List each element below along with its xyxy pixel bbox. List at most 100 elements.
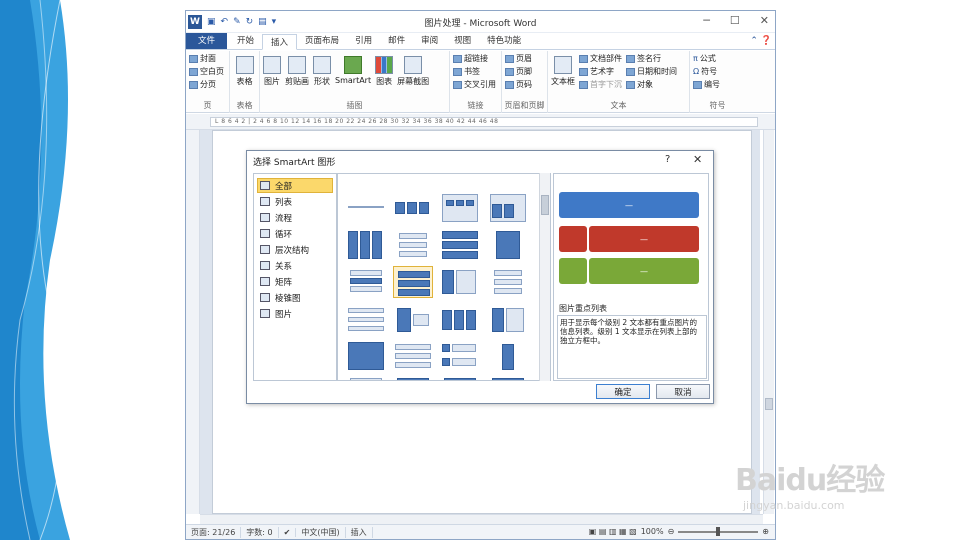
layout-thumbnail[interactable] — [393, 229, 433, 261]
tab-view[interactable]: 视图 — [446, 33, 479, 49]
layout-thumbnail[interactable] — [488, 192, 528, 224]
numbering-button[interactable]: 编号 — [693, 79, 742, 90]
layout-thumbnail[interactable] — [393, 192, 433, 224]
gallery-scrollbar[interactable] — [539, 173, 550, 381]
page-count[interactable]: 页面: 21/26 — [186, 526, 242, 538]
tab-special[interactable]: 特色功能 — [479, 33, 529, 49]
cancel-button[interactable]: 取消 — [656, 384, 710, 399]
horizontal-scrollbar[interactable] — [200, 514, 763, 524]
layout-thumbnail[interactable] — [488, 378, 528, 380]
group-illustrations: 图片 剪贴画 形状 SmartArt 图表 屏幕截图 插图 — [260, 51, 450, 113]
insert-mode[interactable]: 插入 — [346, 526, 373, 538]
word-count[interactable]: 字数: 0 — [241, 526, 279, 538]
smartart-button[interactable]: SmartArt — [335, 53, 371, 87]
object-button[interactable]: 对象 — [626, 79, 677, 90]
blank-page-button[interactable]: 空白页 — [189, 66, 226, 77]
layout-thumbnail[interactable] — [440, 304, 480, 336]
date-time-button[interactable]: 日期和时间 — [626, 66, 677, 77]
gallery-scroll-thumb[interactable] — [541, 195, 549, 215]
page-break-button[interactable]: 分页 — [189, 79, 226, 90]
footer-button[interactable]: 页脚 — [505, 66, 544, 77]
tab-page-layout[interactable]: 页面布局 — [297, 33, 347, 49]
layout-thumbnail[interactable] — [488, 266, 528, 298]
category-picture[interactable]: 图片 — [254, 306, 336, 321]
ok-button[interactable]: 确定 — [596, 384, 650, 399]
tab-home[interactable]: 开始 — [229, 33, 262, 49]
tab-insert[interactable]: 插入 — [262, 34, 298, 50]
category-process[interactable]: 流程 — [254, 210, 336, 225]
dialog-close-button[interactable]: ✕ — [693, 153, 702, 166]
zoom-out-icon[interactable]: ⊖ — [668, 527, 675, 536]
ribbon-help-icons[interactable]: ⌃ ❓ — [750, 36, 772, 46]
header-button[interactable]: 页眉 — [505, 53, 544, 64]
symbol-button[interactable]: Ω 符号 — [693, 66, 742, 77]
category-all[interactable]: 全部 — [257, 178, 333, 193]
category-matrix[interactable]: 矩阵 — [254, 274, 336, 289]
layout-thumbnail[interactable] — [440, 378, 480, 380]
layout-thumbnail[interactable] — [440, 340, 480, 372]
category-cycle[interactable]: 循环 — [254, 226, 336, 241]
help-button[interactable]: ? — [665, 154, 670, 165]
category-pyramid[interactable]: 棱锥图 — [254, 290, 336, 305]
quick-parts-button[interactable]: 文档部件 — [579, 53, 622, 64]
minimize-button[interactable]: ─ — [703, 14, 710, 27]
view-buttons[interactable]: ▣ ▤ ▥ ▦ ▧ — [589, 527, 637, 536]
zoom-in-icon[interactable]: ⊕ — [762, 527, 769, 536]
drop-cap-button[interactable]: 首字下沉 — [579, 79, 622, 90]
tab-file[interactable]: 文件 — [186, 33, 228, 49]
signature-line-button[interactable]: 签名行 — [626, 53, 677, 64]
layout-thumbnail[interactable] — [346, 229, 386, 261]
layout-thumbnail[interactable] — [393, 304, 433, 336]
cross-reference-button[interactable]: 交叉引用 — [453, 79, 498, 90]
bookmark-button[interactable]: 书签 — [453, 66, 498, 77]
shapes-button[interactable]: 形状 — [313, 53, 331, 87]
zoom-slider-knob[interactable] — [716, 526, 721, 536]
layout-thumbnail[interactable] — [346, 266, 386, 298]
layout-thumbnail[interactable] — [393, 378, 433, 380]
maximize-button[interactable]: ☐ — [730, 14, 740, 27]
layout-thumbnail[interactable] — [488, 304, 528, 336]
category-hierarchy[interactable]: 层次结构 — [254, 242, 336, 257]
layout-thumbnail[interactable] — [346, 340, 386, 372]
layout-thumbnail[interactable] — [440, 229, 480, 261]
equation-button[interactable]: π 公式 — [693, 53, 742, 64]
layout-thumbnail-selected[interactable] — [393, 266, 433, 298]
textbox-button[interactable]: 文本框 — [551, 53, 575, 90]
zoom-slider[interactable] — [678, 526, 759, 536]
layout-thumbnail[interactable] — [346, 378, 386, 380]
category-list: 全部 列表 流程 循环 层次结构 关系 矩阵 棱锥图 图片 — [253, 173, 337, 381]
clipart-button[interactable]: 剪贴画 — [285, 53, 309, 87]
layout-thumbnail[interactable] — [393, 340, 433, 372]
language-indicator[interactable]: 中文(中国) — [296, 526, 346, 538]
layout-thumbnail[interactable] — [488, 229, 528, 261]
preview-description: 用于显示每个级别 2 文本都有重点图片的信息列表。级别 1 文本显示在列表上部的… — [557, 315, 707, 379]
zoom-level[interactable]: 100% — [641, 527, 664, 536]
picture-button[interactable]: 图片 — [263, 53, 281, 87]
tab-references[interactable]: 引用 — [347, 33, 380, 49]
scroll-thumb[interactable] — [765, 398, 773, 410]
group-label: 页眉和页脚 — [504, 101, 545, 110]
tab-review[interactable]: 审阅 — [413, 33, 446, 49]
page-number-button[interactable]: 页码 — [505, 79, 544, 90]
chart-button[interactable]: 图表 — [375, 53, 394, 87]
layout-thumbnail[interactable] — [440, 266, 480, 298]
hyperlink-button[interactable]: 超链接 — [453, 53, 498, 64]
category-list-type[interactable]: 列表 — [254, 194, 336, 209]
layout-thumbnail[interactable] — [440, 174, 480, 192]
layout-thumbnail[interactable] — [346, 304, 386, 336]
category-relationship[interactable]: 关系 — [254, 258, 336, 273]
close-window-button[interactable]: ✕ — [760, 14, 769, 27]
tab-mailings[interactable]: 邮件 — [380, 33, 413, 49]
proofing-icon[interactable]: ✔ — [279, 527, 297, 537]
layout-thumbnail[interactable] — [346, 174, 386, 192]
group-tables: 表格 表格 — [230, 51, 260, 113]
layout-thumbnail[interactable] — [346, 192, 386, 224]
layout-thumbnail[interactable] — [440, 192, 480, 224]
table-button[interactable]: 表格 — [233, 53, 256, 87]
cover-page-button[interactable]: 封面 — [189, 53, 226, 64]
preview-picture-red — [559, 226, 587, 252]
layout-thumbnail[interactable] — [488, 340, 528, 372]
wordart-button[interactable]: 艺术字 — [579, 66, 622, 77]
layout-thumbnail[interactable] — [393, 174, 433, 192]
screenshot-button[interactable]: 屏幕截图 — [397, 53, 429, 87]
